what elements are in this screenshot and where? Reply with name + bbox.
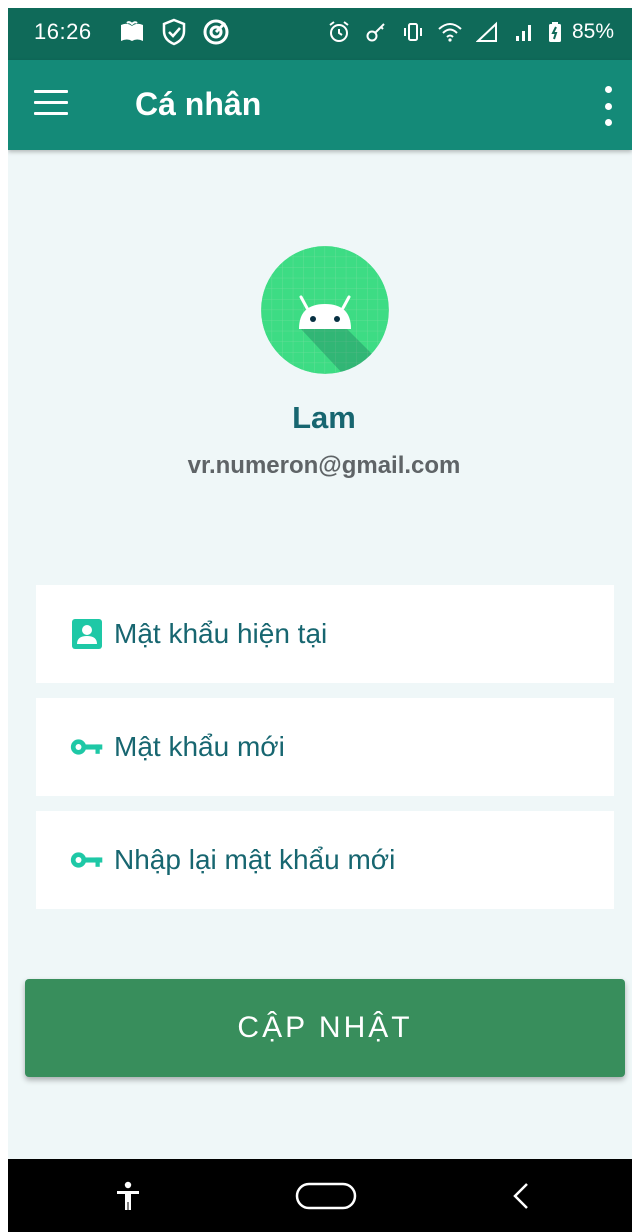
status-right-icons: 85% [325,18,614,46]
page-title: Cá nhân [135,86,262,122]
vpn-icon [202,18,230,46]
key-icon [70,730,104,764]
accessibility-icon[interactable] [108,1159,148,1232]
alarm-icon [325,18,353,46]
system-nav-bar [8,1159,632,1232]
back-icon[interactable] [506,1159,536,1232]
signal-empty-icon [473,18,501,46]
update-button[interactable]: CẬP NHẬT [25,979,625,1077]
home-pill-icon[interactable] [294,1159,358,1232]
confirm-password-field[interactable]: Nhập lại mật khẩu mới [36,811,614,909]
android-icon [261,246,389,374]
battery-percent: 85% [571,20,614,43]
key-icon [70,843,104,877]
new-password-placeholder: Mật khẩu mới [114,731,285,762]
current-password-placeholder: Mật khẩu hiện tại [114,618,328,649]
wifi-icon [436,18,464,46]
status-time: 16:26 [34,19,92,44]
app-bar: Cá nhân [8,60,632,150]
hamburger-menu-icon[interactable] [34,90,74,120]
current-password-field[interactable]: Mật khẩu hiện tại [36,585,614,683]
signal-bars-icon [510,18,538,46]
shield-check-icon [160,18,188,46]
vibrate-icon [399,18,427,46]
status-bar: 16:26 85% [8,8,632,60]
profile-name: Lam [292,400,356,435]
book-icon [118,18,146,46]
key-icon [362,18,390,46]
battery-icon [547,18,563,46]
profile-email: vr.numeron@gmail.com [187,452,461,479]
status-left-icons [118,18,230,46]
new-password-field[interactable]: Mật khẩu mới [36,698,614,796]
more-vert-icon[interactable] [596,86,620,126]
confirm-password-placeholder: Nhập lại mật khẩu mới [114,844,396,875]
screen: 16:26 85% Cá nhân Lam vr.numeron@gmail.c… [8,8,632,1232]
account-box-icon [70,617,104,651]
